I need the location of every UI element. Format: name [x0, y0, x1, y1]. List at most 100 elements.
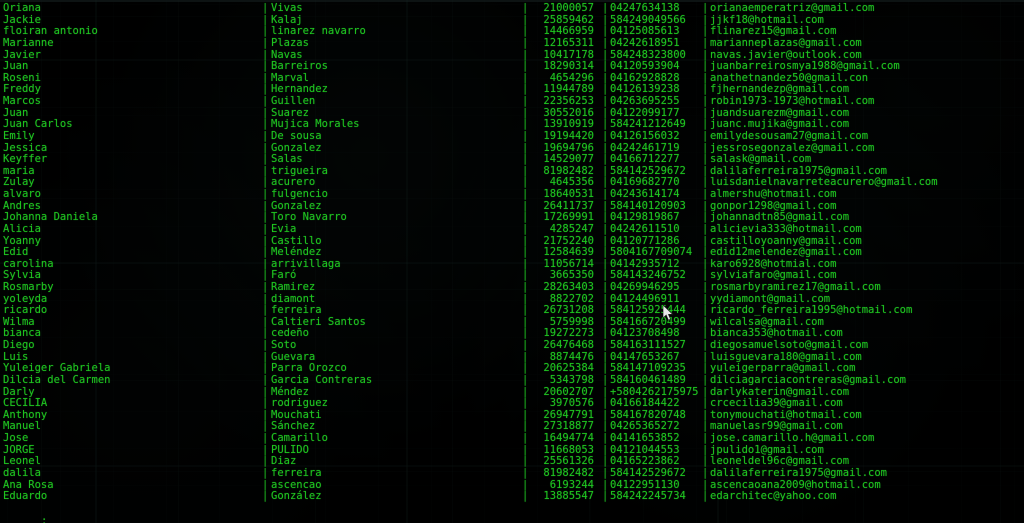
- column-separator: |: [522, 339, 529, 352]
- table-row: Darly | Méndez | 20602707 | +5804262175975 | dar…: [0, 386, 1024, 399]
- table-row: floiran antonio | linarez navarro | 14466959…: [0, 26, 1024, 38]
- column-separator: |: [262, 36, 269, 49]
- table-row: JORGE | PULIDO | 11668053 | 04121044553 | jpulid…: [0, 444, 1024, 457]
- table-row: Jessica | Gonzalez | 19694796 | 04242461719 | je…: [0, 142, 1024, 155]
- cell-id: 21000057: [543, 2, 594, 15]
- table-row: Juan | Barreiros | 18290314 | 04120593904 | juan…: [0, 61, 1024, 73]
- table-row: Roseni | Marval | 4654296 | 04162928828 | anathe…: [0, 72, 1024, 85]
- column-separator: |: [702, 246, 709, 259]
- terminal-window[interactable]: Oriana | Vivas | 21000057 | 04247634138 | oriana…: [0, 0, 1024, 523]
- table-row: Jackie | Kalaj | 25859462 | 584249049566 | jjkf1…: [0, 14, 1024, 27]
- column-separator: |: [702, 36, 709, 49]
- cell-first-name: Marcos: [3, 95, 41, 108]
- table-row: alvaro | fulgencio | 18640531 | 04243614174 | al…: [0, 188, 1024, 201]
- cell-email: diegosamuelsoto@gmail.com: [710, 339, 869, 352]
- cell-last-name: Meléndez: [271, 246, 322, 259]
- cell-first-name: Jose: [3, 432, 29, 445]
- cell-email: dilciagarciacontreras@gmail.com: [710, 373, 906, 386]
- column-separator: |: [522, 466, 529, 479]
- table-row: Anthony | Mouchati | 26947791 | 584167820748 | t…: [0, 409, 1024, 422]
- cell-id: 13885547: [543, 490, 594, 503]
- cell-email: edarchitec@yahoo.com: [710, 490, 837, 503]
- cell-email: almershu@hotmail.com: [710, 188, 837, 201]
- table-row: Marianne | Plazas | 12165311 | 04242618951 | mar…: [0, 36, 1024, 50]
- cell-phone: 04242618951: [610, 36, 680, 49]
- cell-email: robin1973-1973@hotmail.com: [710, 95, 875, 108]
- table-row: Marcos | Guillen | 22356253 | 04263695255 | robi…: [0, 95, 1024, 108]
- cell-id: 16494774: [543, 432, 594, 445]
- cell-first-name: dalila: [3, 466, 41, 479]
- cell-id: 28263403: [543, 280, 594, 293]
- cell-id: 26476468: [543, 339, 594, 352]
- table-row: Diego | Soto | 26476468 | 584163111527 | diegosa…: [0, 339, 1024, 352]
- column-separator: |: [262, 432, 269, 445]
- pager-prompt[interactable]: :: [3, 504, 47, 523]
- cell-email: edid12melendez@gmail.com: [710, 246, 862, 259]
- pager-prompt-text: :: [40, 514, 48, 523]
- column-separator: |: [602, 188, 609, 201]
- cell-first-name: Emily: [3, 129, 35, 142]
- column-separator: |: [602, 246, 609, 259]
- cell-email: emilydesousam27@gmail.com: [710, 129, 869, 142]
- cell-last-name: Guillen: [271, 95, 316, 108]
- table-row: CECILIA | rodriguez | 3970576 | 04166184422 | cr…: [0, 398, 1024, 410]
- column-separator: |: [522, 2, 529, 15]
- column-separator: |: [602, 2, 609, 15]
- table-row: Rosmarby | Ramirez | 28263403 | 04269946295 | ro…: [0, 280, 1024, 294]
- column-separator: |: [602, 339, 609, 352]
- cell-email: rosmarbyramirez17@gmail.com: [710, 280, 881, 293]
- cell-email: alicievia333@hotmail.com: [710, 222, 862, 235]
- column-separator: |: [262, 222, 269, 235]
- column-separator: |: [262, 95, 269, 108]
- table-row: Ana Rosa | ascencao | 6193244 | 04122951130 | as…: [0, 479, 1024, 492]
- column-separator: |: [522, 36, 529, 49]
- table-row: Jose | Camarillo | 16494774 | 04141653852 | jose…: [0, 432, 1024, 445]
- terminal-surface[interactable]: Oriana | Vivas | 21000057 | 04247634138 | oriana…: [0, 0, 1024, 523]
- column-separator: |: [702, 466, 709, 479]
- column-separator: |: [702, 373, 709, 386]
- column-separator: |: [602, 432, 609, 445]
- cell-first-name: Alicia: [3, 222, 41, 235]
- cell-id: 12584639: [543, 246, 594, 259]
- table-row: Juan Carlos | Mujica Morales | 13910919 | 5842…: [0, 119, 1024, 131]
- column-separator: |: [262, 373, 269, 386]
- column-separator: |: [602, 129, 609, 142]
- cell-first-name: alvaro: [3, 188, 41, 201]
- column-separator: |: [262, 466, 269, 479]
- cell-phone: 04126156032: [610, 129, 680, 142]
- table-row: dalila | ferreira | 81982482 | 584142529672 | da…: [0, 466, 1024, 480]
- cell-phone: 04243614174: [610, 188, 680, 201]
- cell-phone: 04242611510: [610, 222, 680, 235]
- column-separator: |: [702, 432, 709, 445]
- table-row: Edid | Meléndez | 12584639 | 5804167709074 | edi…: [0, 246, 1024, 259]
- cell-last-name: Plazas: [271, 36, 309, 49]
- column-separator: |: [262, 246, 269, 259]
- table-row: ricardo | ferreira | 26731208 | 584125925444 | r…: [0, 305, 1024, 317]
- column-separator: |: [522, 432, 529, 445]
- cell-first-name: Oriana: [3, 2, 41, 15]
- column-separator: |: [702, 490, 709, 503]
- column-separator: |: [522, 246, 529, 259]
- cell-phone: 04141653852: [610, 432, 680, 445]
- cell-last-name: fulgencio: [271, 188, 328, 201]
- table-row: Emily | De sousa | 19194420 | 04126156032 | emil…: [0, 129, 1024, 143]
- column-separator: |: [602, 373, 609, 386]
- cell-id: 81982482: [543, 466, 594, 479]
- column-separator: |: [702, 222, 709, 235]
- cell-last-name: De sousa: [271, 129, 322, 142]
- column-separator: |: [522, 129, 529, 142]
- cell-email: orianaemperatriz@gmail.com: [710, 2, 875, 15]
- cell-phone: 584160461489: [610, 373, 686, 386]
- cell-id: 12165311: [543, 36, 594, 49]
- column-separator: |: [262, 280, 269, 293]
- cell-first-name: Marianne: [3, 36, 54, 49]
- cell-phone: 04263695255: [610, 95, 680, 108]
- cell-last-name: González: [271, 490, 322, 503]
- cell-phone: 04247634138: [610, 2, 680, 15]
- column-separator: |: [262, 129, 269, 142]
- cell-phone: 04269946295: [610, 280, 680, 293]
- column-separator: |: [602, 490, 609, 503]
- column-separator: |: [602, 222, 609, 235]
- table-row: carolina | arrivillaga | 11056714 | 0414293571…: [0, 258, 1024, 271]
- table-row: Oriana | Vivas | 21000057 | 04247634138 | oriana…: [0, 2, 1024, 15]
